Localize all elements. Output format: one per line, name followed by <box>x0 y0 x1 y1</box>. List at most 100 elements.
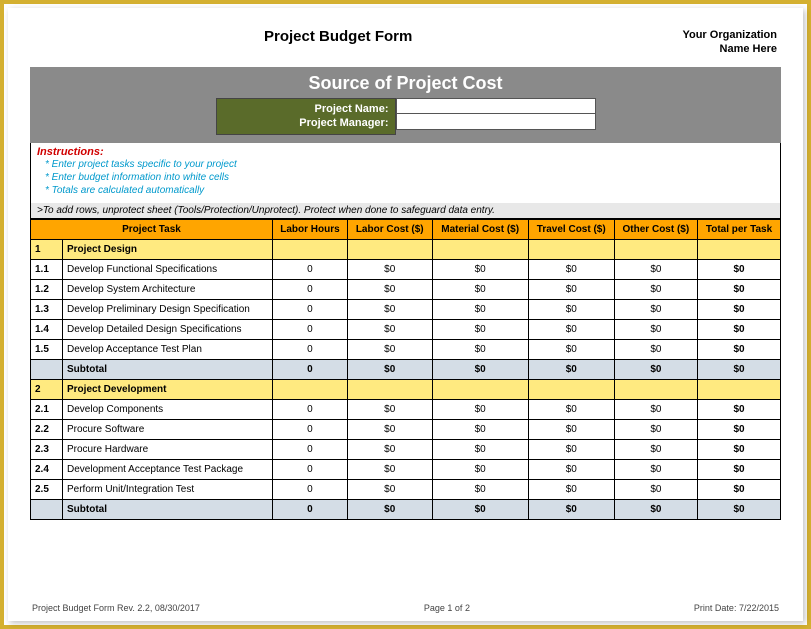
cell-hours[interactable]: 0 <box>273 260 348 280</box>
table-row: 2.1Develop Components0$0$0$0$0$0 <box>31 400 781 420</box>
cell-labor[interactable]: $0 <box>347 420 432 440</box>
cell-other[interactable]: $0 <box>614 280 697 300</box>
row-num: 2.3 <box>31 440 63 460</box>
cell-labor[interactable]: $0 <box>347 440 432 460</box>
cell-labor[interactable]: $0 <box>347 340 432 360</box>
row-task[interactable]: Perform Unit/Integration Test <box>63 480 273 500</box>
col-travel: Travel Cost ($) <box>528 220 614 240</box>
banner: Source of Project Cost Project Name: Pro… <box>30 67 781 144</box>
table-row: 1.3Develop Preliminary Design Specificat… <box>31 300 781 320</box>
cell-total: $0 <box>698 280 781 300</box>
input-project-name[interactable] <box>396 98 596 114</box>
cell-hours[interactable]: 0 <box>273 440 348 460</box>
cell-material[interactable]: $0 <box>432 340 528 360</box>
table-row: 1.5Develop Acceptance Test Plan0$0$0$0$0… <box>31 340 781 360</box>
cell-travel[interactable]: $0 <box>528 440 614 460</box>
cell-labor[interactable]: $0 <box>347 320 432 340</box>
cell-material[interactable]: $0 <box>432 300 528 320</box>
cell-hours[interactable]: 0 <box>273 400 348 420</box>
cell-total: $0 <box>698 460 781 480</box>
cell-other[interactable]: $0 <box>614 320 697 340</box>
col-total: Total per Task <box>698 220 781 240</box>
cell-hours[interactable]: 0 <box>273 460 348 480</box>
row-task[interactable]: Develop Detailed Design Specifications <box>63 320 273 340</box>
footer-rev: Project Budget Form Rev. 2.2, 08/30/2017 <box>32 603 200 613</box>
row-num: 1.4 <box>31 320 63 340</box>
cell-material[interactable]: $0 <box>432 480 528 500</box>
cell-other[interactable]: $0 <box>614 440 697 460</box>
subtotal-row: Subtotal0$0$0$0$0$0 <box>31 360 781 380</box>
cell-travel[interactable]: $0 <box>528 260 614 280</box>
row-num: 1.5 <box>31 340 63 360</box>
cell-labor[interactable]: $0 <box>347 400 432 420</box>
cell-other[interactable]: $0 <box>614 460 697 480</box>
cell-hours[interactable]: 0 <box>273 340 348 360</box>
cell-material[interactable]: $0 <box>432 320 528 340</box>
cell-hours[interactable]: 0 <box>273 480 348 500</box>
cell-hours[interactable]: 0 <box>273 280 348 300</box>
cell-material[interactable]: $0 <box>432 460 528 480</box>
budget-table: Project Task Labor Hours Labor Cost ($) … <box>30 219 781 520</box>
row-num: 2.4 <box>31 460 63 480</box>
subtotal-travel: $0 <box>528 360 614 380</box>
row-task[interactable]: Develop Functional Specifications <box>63 260 273 280</box>
cell-travel[interactable]: $0 <box>528 320 614 340</box>
cell-labor[interactable]: $0 <box>347 460 432 480</box>
cell-other[interactable]: $0 <box>614 300 697 320</box>
cell-other[interactable]: $0 <box>614 400 697 420</box>
cell-travel[interactable]: $0 <box>528 480 614 500</box>
document-frame: Project Budget Form Your Organization Na… <box>0 0 811 629</box>
subtotal-other: $0 <box>614 360 697 380</box>
cell-total: $0 <box>698 260 781 280</box>
subtotal-material: $0 <box>432 500 528 520</box>
cell-total: $0 <box>698 320 781 340</box>
table-row: 1.2Develop System Architecture0$0$0$0$0$… <box>31 280 781 300</box>
cell-hours[interactable]: 0 <box>273 420 348 440</box>
cell-labor[interactable]: $0 <box>347 480 432 500</box>
cell-hours[interactable]: 0 <box>273 320 348 340</box>
subtotal-hours: 0 <box>273 360 348 380</box>
cell-material[interactable]: $0 <box>432 260 528 280</box>
row-task[interactable]: Develop Preliminary Design Specification <box>63 300 273 320</box>
row-task[interactable]: Procure Software <box>63 420 273 440</box>
subtotal-labor: $0 <box>347 360 432 380</box>
cell-other[interactable]: $0 <box>614 260 697 280</box>
cell-travel[interactable]: $0 <box>528 340 614 360</box>
cell-total: $0 <box>698 440 781 460</box>
section-num: 1 <box>31 240 63 260</box>
col-other: Other Cost ($) <box>614 220 697 240</box>
cell-hours[interactable]: 0 <box>273 300 348 320</box>
cell-other[interactable]: $0 <box>614 420 697 440</box>
cell-labor[interactable]: $0 <box>347 260 432 280</box>
cell-material[interactable]: $0 <box>432 440 528 460</box>
input-project-manager[interactable] <box>396 114 596 130</box>
cell-travel[interactable]: $0 <box>528 420 614 440</box>
row-task[interactable]: Procure Hardware <box>63 440 273 460</box>
cell-travel[interactable]: $0 <box>528 280 614 300</box>
cell-total: $0 <box>698 300 781 320</box>
cell-labor[interactable]: $0 <box>347 280 432 300</box>
cell-other[interactable]: $0 <box>614 480 697 500</box>
row-task[interactable]: Develop Components <box>63 400 273 420</box>
table-row: 2.2Procure Software0$0$0$0$0$0 <box>31 420 781 440</box>
row-num: 1.3 <box>31 300 63 320</box>
table-row: 1.1Develop Functional Specifications0$0$… <box>31 260 781 280</box>
instructions: Instructions: * Enter project tasks spec… <box>30 143 781 203</box>
cell-material[interactable]: $0 <box>432 280 528 300</box>
row-task[interactable]: Development Acceptance Test Package <box>63 460 273 480</box>
cell-travel[interactable]: $0 <box>528 300 614 320</box>
cell-labor[interactable]: $0 <box>347 300 432 320</box>
instr-item: * Totals are calculated automatically <box>45 184 774 197</box>
cell-material[interactable]: $0 <box>432 420 528 440</box>
section-num: 2 <box>31 380 63 400</box>
row-task[interactable]: Develop System Architecture <box>63 280 273 300</box>
row-task[interactable]: Develop Acceptance Test Plan <box>63 340 273 360</box>
cell-travel[interactable]: $0 <box>528 460 614 480</box>
subtotal-hours: 0 <box>273 500 348 520</box>
cell-travel[interactable]: $0 <box>528 400 614 420</box>
cell-total: $0 <box>698 340 781 360</box>
subtotal-label: Subtotal <box>63 360 273 380</box>
col-labor: Labor Cost ($) <box>347 220 432 240</box>
cell-other[interactable]: $0 <box>614 340 697 360</box>
cell-material[interactable]: $0 <box>432 400 528 420</box>
